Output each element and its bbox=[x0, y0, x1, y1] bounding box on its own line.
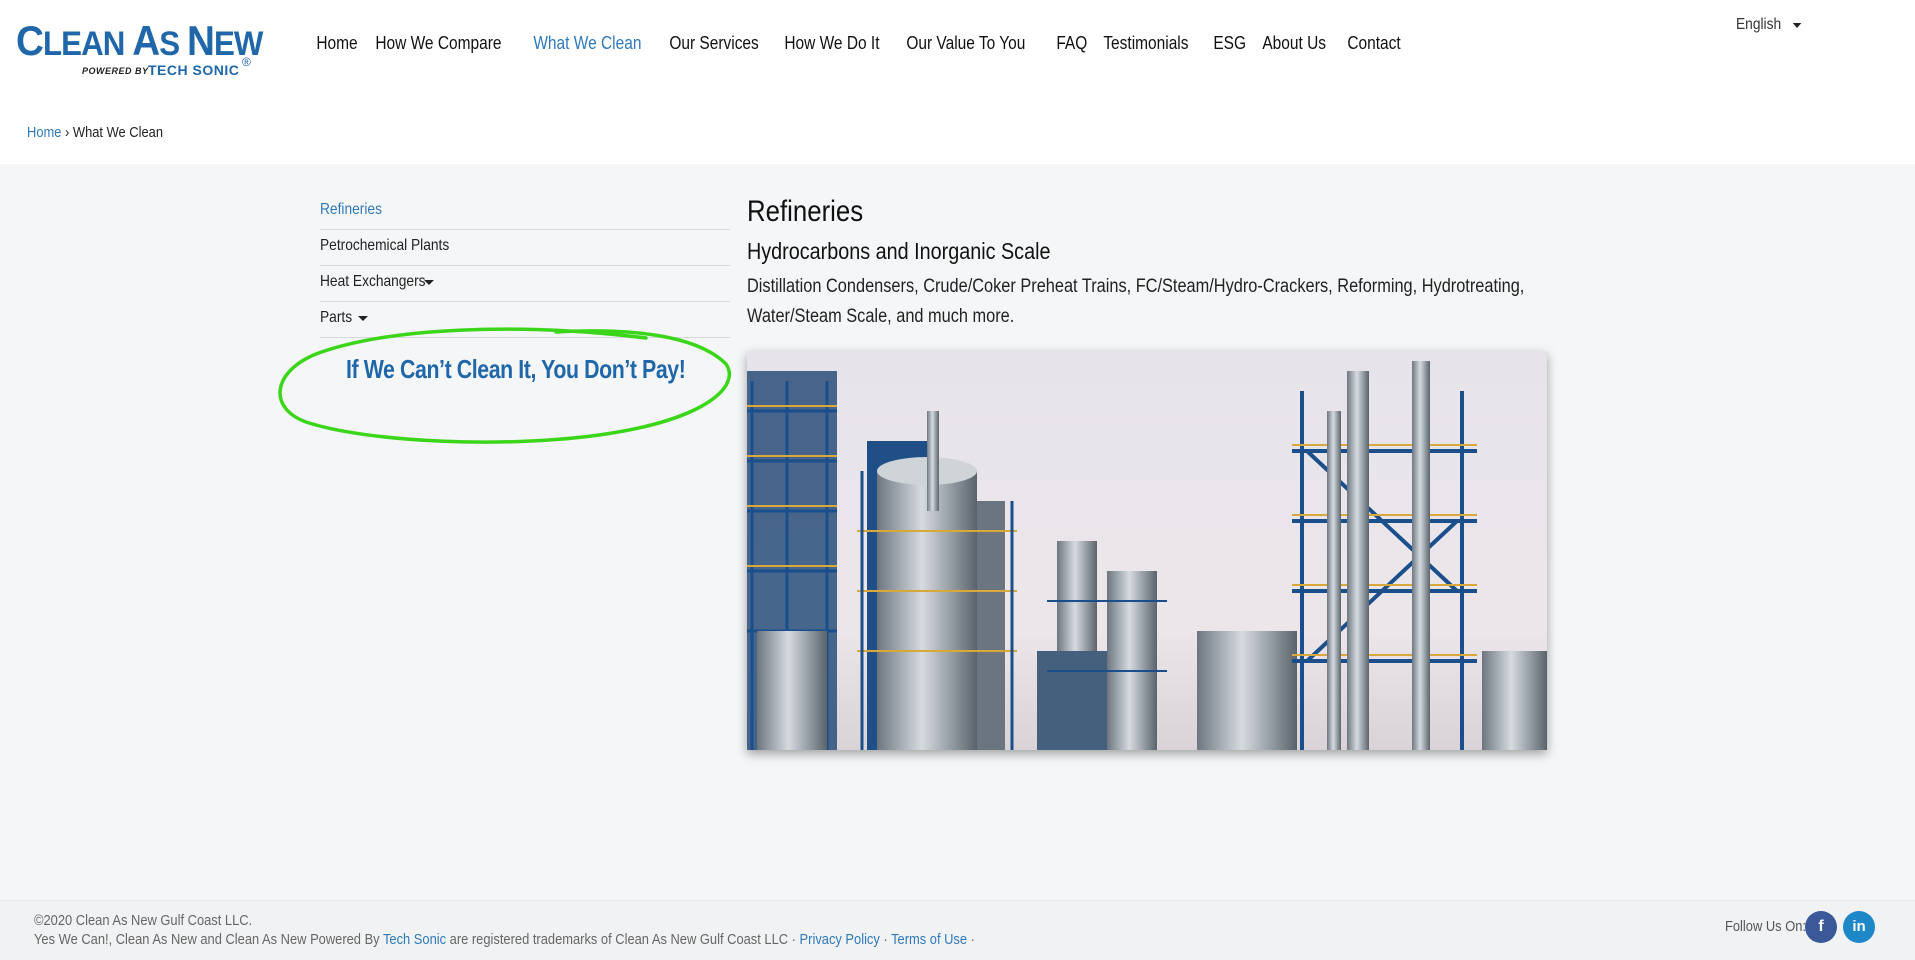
logo-powered-by: POWERED BY bbox=[82, 66, 149, 76]
sidebar-item-petrochemical-plants[interactable]: Petrochemical Plants bbox=[320, 230, 730, 266]
sidebar-item-label: Refineries bbox=[320, 201, 382, 218]
chevron-down-icon bbox=[1793, 22, 1802, 28]
nav-item-testimonials[interactable]: Testimonials bbox=[1093, 28, 1199, 58]
sidebar-item-refineries[interactable]: Refineries bbox=[320, 194, 730, 230]
terms-of-use-link[interactable]: Terms of Use bbox=[891, 931, 967, 948]
logo-registered-mark: ® bbox=[242, 55, 251, 69]
breadcrumb-home-link[interactable]: Home bbox=[27, 124, 61, 141]
site-header: CLEAN AS NEW POWERED BY TECH SONIC ® Hom… bbox=[0, 0, 1915, 95]
clean-as-new-logo[interactable]: CLEAN AS NEW POWERED BY TECH SONIC ® bbox=[16, 18, 263, 80]
nav-item-how-we-do-it[interactable]: How We Do It bbox=[774, 28, 890, 58]
chevron-down-icon bbox=[424, 280, 434, 285]
facebook-icon[interactable]: f bbox=[1805, 911, 1837, 943]
page-description: Distillation Condensers, Crude/Coker Pre… bbox=[747, 276, 1525, 327]
chevron-down-icon bbox=[358, 316, 368, 321]
nav-item-our-services[interactable]: Our Services bbox=[659, 28, 769, 58]
privacy-policy-link[interactable]: Privacy Policy bbox=[800, 931, 880, 948]
nav-item-what-we-clean[interactable]: What We Clean bbox=[523, 28, 652, 58]
tech-sonic-link[interactable]: Tech Sonic bbox=[383, 931, 446, 948]
nav-item-home[interactable]: Home bbox=[306, 28, 368, 58]
guarantee-banner: If We Can’t Clean It, You Don’t Pay! bbox=[276, 324, 736, 444]
language-selector[interactable]: English bbox=[1736, 16, 1802, 34]
nav-item-contact[interactable]: Contact bbox=[1337, 28, 1411, 58]
sidebar-item-heat-exchangers[interactable]: Heat Exchangers bbox=[320, 266, 730, 302]
breadcrumb: Home › What We Clean bbox=[27, 124, 163, 141]
footer-copyright: ©2020 Clean As New Gulf Coast LLC. Yes W… bbox=[34, 911, 975, 949]
footer-separator: · bbox=[967, 931, 975, 948]
copyright-text: ©2020 Clean As New Gulf Coast LLC. bbox=[34, 912, 253, 929]
nav-item-esg[interactable]: ESG bbox=[1203, 28, 1256, 58]
nav-item-how-we-compare[interactable]: How We Compare bbox=[365, 28, 512, 58]
main-nav: Home How We Compare What We Clean Our Se… bbox=[306, 28, 1410, 58]
trademark-prefix: Yes We Can!, Clean As New and Clean As N… bbox=[34, 931, 383, 948]
nav-item-about-us[interactable]: About Us bbox=[1252, 28, 1336, 58]
sidebar-item-label: Heat Exchangers bbox=[320, 273, 426, 290]
language-selected: English bbox=[1736, 16, 1782, 33]
trademark-line: Yes We Can!, Clean As New and Clean As N… bbox=[34, 930, 975, 949]
breadcrumb-separator: › bbox=[65, 124, 70, 141]
footer-separator: · bbox=[879, 931, 892, 948]
breadcrumb-current: What We Clean bbox=[72, 124, 163, 141]
page-title: Refineries bbox=[747, 195, 864, 228]
main-content-area: Refineries Petrochemical Plants Heat Exc… bbox=[0, 164, 1915, 900]
sidebar-item-label: Petrochemical Plants bbox=[320, 237, 450, 254]
logo-tech-sonic: TECH SONIC bbox=[148, 62, 240, 78]
guarantee-text: If We Can’t Clean It, You Don’t Pay! bbox=[346, 354, 686, 384]
trademark-suffix: are registered trademarks of Clean As Ne… bbox=[446, 931, 800, 948]
article: Refineries Hydrocarbons and Inorganic Sc… bbox=[747, 194, 1587, 332]
logo-wordmark: CLEAN AS NEW bbox=[16, 17, 263, 64]
page-subtitle: Hydrocarbons and Inorganic Scale bbox=[747, 238, 1051, 264]
refinery-photo bbox=[747, 351, 1547, 750]
nav-item-faq[interactable]: FAQ bbox=[1046, 28, 1098, 58]
linkedin-icon[interactable]: in bbox=[1843, 911, 1875, 943]
follow-us-label: Follow Us On: bbox=[1725, 918, 1807, 935]
nav-item-our-value[interactable]: Our Value To You bbox=[896, 28, 1036, 58]
sidebar-nav: Refineries Petrochemical Plants Heat Exc… bbox=[320, 194, 730, 338]
site-footer: ©2020 Clean As New Gulf Coast LLC. Yes W… bbox=[0, 900, 1915, 960]
